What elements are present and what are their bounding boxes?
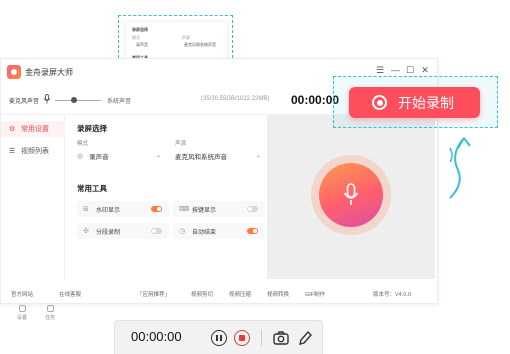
chevron-down-icon: ⌄ bbox=[155, 153, 161, 159]
video-convert-link[interactable]: 视频转换 bbox=[267, 290, 289, 298]
floating-timer: 00:00:00 bbox=[131, 329, 182, 344]
mic-volume-handle[interactable] bbox=[71, 97, 77, 103]
mode-icon: ◎ bbox=[77, 152, 84, 160]
sidebar-item-label: 常用设置 bbox=[21, 126, 49, 133]
camera-icon[interactable] bbox=[273, 331, 289, 345]
settings-panel: 录屏选择 模式 ◎ 录声音 ⌄ 声源 麦克风和系统声音 ⌄ 常用工具 ⊞ 水印显… bbox=[73, 119, 265, 279]
settings-button[interactable]: 设置 bbox=[11, 305, 33, 321]
segment-record-tool[interactable]: ✣ 分段录制 bbox=[77, 223, 169, 239]
minimize-icon[interactable]: — bbox=[391, 65, 400, 75]
preview-panel bbox=[267, 115, 435, 279]
auto-stop-toggle[interactable] bbox=[247, 228, 258, 234]
gif-maker-link[interactable]: GIF制作 bbox=[305, 290, 325, 298]
settings-label: 设置 bbox=[16, 315, 27, 321]
microphone-icon bbox=[343, 183, 359, 205]
auto-stop-tool[interactable]: ◷ 自动结束 bbox=[173, 223, 265, 239]
segment-icon: ✣ bbox=[83, 227, 89, 235]
gear-icon: ⚙ bbox=[9, 125, 16, 133]
keyboard-icon: ⌨ bbox=[179, 205, 190, 213]
record-timer: 00:00:00 bbox=[291, 93, 340, 107]
status-bar: 官方网站 在线客服 「应用推荐」 视频剪切 视频压缩 视频转换 GIF制作 版本… bbox=[1, 285, 437, 303]
audio-source-select[interactable]: 麦克风和系统声音 ⌄ bbox=[175, 149, 263, 162]
video-cut-link[interactable]: 视频剪切 bbox=[191, 290, 213, 298]
mode-label: 模式 bbox=[77, 141, 89, 147]
pencil-icon[interactable] bbox=[298, 330, 312, 346]
mic-icon[interactable] bbox=[43, 94, 51, 104]
pause-button[interactable] bbox=[211, 330, 227, 346]
tool-label: 自动结束 bbox=[192, 229, 217, 236]
record-button-large[interactable] bbox=[311, 155, 391, 235]
record-button-core[interactable] bbox=[319, 163, 383, 227]
watermark-tool[interactable]: ⊞ 水印显示 bbox=[77, 201, 169, 217]
record-dot-icon bbox=[372, 95, 387, 110]
popup-audio-value: 麦克风和系统声音 bbox=[184, 42, 216, 47]
floating-record-bar: 00:00:00 bbox=[114, 320, 323, 354]
popup-audio-label: 声源 bbox=[182, 35, 190, 40]
watermark-toggle[interactable] bbox=[151, 206, 162, 212]
tool-label: 按键显示 bbox=[192, 207, 217, 214]
video-compress-link[interactable]: 视频压缩 bbox=[229, 290, 251, 298]
mode-select[interactable]: ◎ 录声音 ⌄ bbox=[77, 149, 163, 162]
grid-icon: ⊞ bbox=[83, 205, 89, 213]
audio-source-label: 声源 bbox=[175, 141, 187, 147]
mode-value: 录声音 bbox=[89, 153, 109, 161]
window-controls: ☰ — ☐ ✕ bbox=[376, 65, 429, 75]
start-record-label: 开始录制 bbox=[398, 94, 454, 111]
bar-divider bbox=[261, 330, 262, 346]
disk-space-info: (35/30.55GB/1022.22MB) bbox=[201, 96, 270, 102]
chevron-down-icon: ⌄ bbox=[255, 153, 261, 159]
list-icon: ☰ bbox=[9, 147, 16, 155]
screenshot-stage: 录屏选择 模式 声源 录声音 麦克风和系统声音 常用工具 水印显示 按键显示 分… bbox=[0, 0, 510, 354]
start-record-button[interactable]: 开始录制 bbox=[349, 87, 480, 118]
task-label: 任务 bbox=[44, 315, 55, 321]
version-label: 版本号：V4.0.0 bbox=[373, 292, 411, 298]
stop-button[interactable] bbox=[234, 330, 250, 346]
pointer-arrow-icon bbox=[449, 137, 471, 199]
audio-source-value: 麦克风和系统声音 bbox=[175, 153, 227, 161]
mic-volume-slider[interactable] bbox=[55, 100, 101, 101]
popup-mode-value: 录声音 bbox=[136, 42, 148, 47]
app-logo-icon bbox=[7, 65, 21, 79]
app-title: 金舟录屏大师 bbox=[25, 68, 73, 77]
popup-mode-label: 模式 bbox=[132, 35, 140, 40]
sidebar-item-settings[interactable]: ⚙ 常用设置 bbox=[1, 121, 65, 137]
record-section-title: 录屏选择 bbox=[77, 124, 107, 133]
tool-label: 水印显示 bbox=[96, 207, 121, 214]
official-site-link[interactable]: 官方网站 bbox=[11, 290, 33, 298]
popup-section-title: 录屏选择 bbox=[132, 27, 148, 32]
tools-section-title: 常用工具 bbox=[77, 184, 107, 193]
clock-icon: ◷ bbox=[179, 227, 186, 235]
maximize-icon[interactable]: ☐ bbox=[406, 65, 414, 75]
settings-icon bbox=[18, 305, 26, 312]
sidebar-item-video-list[interactable]: ☰ 视频列表 bbox=[1, 143, 65, 159]
task-icon bbox=[46, 305, 54, 312]
menu-icon[interactable]: ☰ bbox=[376, 65, 384, 75]
sidebar-item-label: 视频列表 bbox=[21, 148, 49, 155]
task-button[interactable]: 任务 bbox=[39, 305, 61, 321]
sidebar: ⚙ 常用设置 ☰ 视频列表 设置 任务 bbox=[1, 115, 65, 321]
mic-label: 麦克风声音 bbox=[9, 99, 40, 105]
segment-record-toggle[interactable] bbox=[151, 228, 162, 234]
close-icon[interactable]: ✕ bbox=[421, 65, 429, 75]
online-support-link[interactable]: 在线客服 bbox=[59, 290, 81, 298]
key-display-toggle[interactable] bbox=[247, 206, 258, 212]
tool-label: 分段录制 bbox=[96, 229, 121, 236]
system-audio-label: 系统声音 bbox=[107, 99, 132, 105]
app-recommend-link[interactable]: 「应用推荐」 bbox=[137, 290, 170, 298]
key-display-tool[interactable]: ⌨ 按键显示 bbox=[173, 201, 265, 217]
